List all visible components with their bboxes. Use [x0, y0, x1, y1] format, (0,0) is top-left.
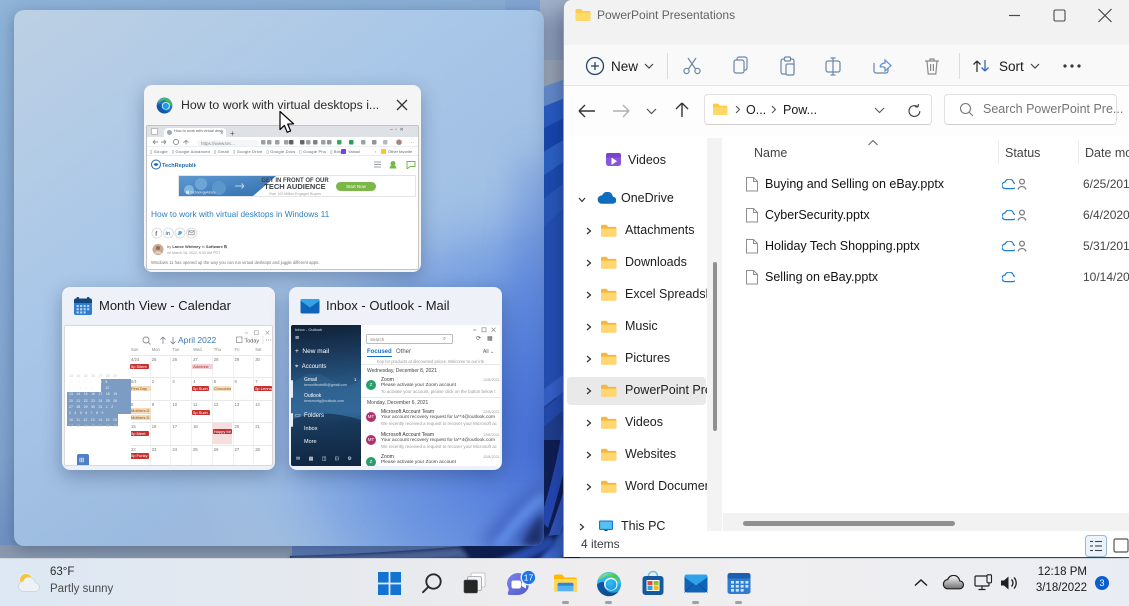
svg-text:Pow...: Pow...: [783, 103, 817, 117]
svg-text:Today: Today: [245, 339, 260, 345]
svg-text:O...: O...: [746, 103, 766, 117]
svg-text:⋯: ⋯: [266, 338, 272, 344]
svg-text:New: New: [611, 59, 638, 74]
svg-text:17: 17: [524, 573, 534, 583]
svg-text:f: f: [155, 231, 158, 237]
svg-text:by Lance Whitney in Software ℝ: by Lance Whitney in Software ℝ: [167, 244, 228, 249]
svg-text:Sort: Sort: [999, 59, 1024, 74]
svg-text:on March 18, 2022, 6:53 AM PDT: on March 18, 2022, 6:53 AM PDT: [167, 251, 221, 255]
svg-text:TechRepublic: TechRepublic: [162, 163, 196, 169]
svg-text:🅣 TechnologyAdvice: 🅣 TechnologyAdvice: [186, 191, 216, 195]
svg-text:in: in: [166, 231, 170, 237]
svg-text:⋯: ⋯: [409, 140, 414, 146]
